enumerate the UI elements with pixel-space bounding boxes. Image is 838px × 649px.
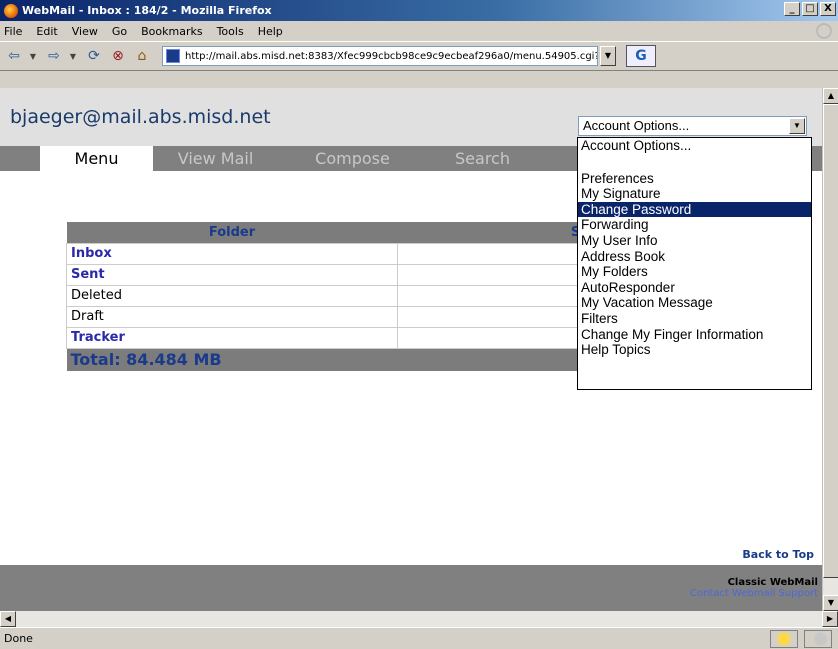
tab-compose[interactable]: Compose [290, 146, 415, 171]
menu-edit[interactable]: Edit [36, 25, 57, 38]
navigation-toolbar: ⇦ ▼ ⇨ ▼ ⟳ ⊗ ⌂ http://mail.abs.misd.net:8… [0, 41, 838, 71]
scroll-right-icon[interactable]: ▶ [822, 611, 838, 627]
go-icon[interactable]: G [626, 45, 656, 67]
menu-tools[interactable]: Tools [217, 25, 244, 38]
user-email: bjaeger@mail.abs.misd.net [10, 106, 271, 128]
close-button[interactable]: X [820, 2, 836, 16]
scroll-up-icon[interactable]: ▲ [823, 88, 838, 104]
throbber-icon [816, 23, 832, 39]
folder-name-deleted: Deleted [66, 284, 398, 307]
tab-search[interactable]: Search [430, 146, 535, 171]
vertical-scrollbar[interactable]: ▲ ▼ [822, 88, 838, 611]
cloud-icon[interactable] [804, 630, 832, 648]
minimize-button[interactable]: _ [784, 2, 800, 16]
scrollbar-thumb[interactable] [823, 104, 838, 578]
url-text: http://mail.abs.misd.net:8383/Xfec999cbc… [185, 50, 598, 62]
folder-link-tracker[interactable]: Tracker [66, 326, 398, 349]
account-options-dropdown: Account Options... Preferences My Signat… [577, 137, 812, 390]
home-icon[interactable]: ⌂ [132, 46, 152, 66]
option-my-folders[interactable]: My Folders [578, 264, 811, 280]
menu-view[interactable]: View [72, 25, 98, 38]
menu-bookmarks[interactable]: Bookmarks [141, 25, 202, 38]
folder-header: Folder [66, 222, 398, 243]
page-footer: Classic WebMail Contact Webmail Support [0, 565, 822, 611]
option-my-user-info[interactable]: My User Info [578, 233, 811, 249]
option-change-finger-information[interactable]: Change My Finger Information [578, 327, 811, 343]
reload-icon[interactable]: ⟳ [84, 46, 104, 66]
option-help-topics[interactable]: Help Topics [578, 342, 811, 358]
option-my-signature[interactable]: My Signature [578, 186, 811, 202]
option-change-password[interactable]: Change Password [578, 201, 811, 218]
status-text: Done [4, 632, 33, 645]
menu-bar: File Edit View Go Bookmarks Tools Help [0, 21, 838, 41]
option-filters[interactable]: Filters [578, 311, 811, 327]
forward-icon[interactable]: ⇨ [44, 46, 64, 66]
option-account-options[interactable]: Account Options... [578, 138, 811, 154]
contact-support-link[interactable]: Contact Webmail Support [690, 588, 818, 599]
folder-name-draft: Draft [66, 305, 398, 328]
horizontal-scrollbar[interactable]: ◀ ▶ [0, 611, 838, 627]
status-bar: Done [0, 627, 838, 649]
menu-file[interactable]: File [4, 25, 22, 38]
stop-icon[interactable]: ⊗ [108, 46, 128, 66]
sun-icon[interactable] [770, 630, 798, 648]
window-title: WebMail - Inbox : 184/2 - Mozilla Firefo… [22, 4, 272, 17]
maximize-button[interactable]: □ [802, 2, 818, 16]
tab-view-mail[interactable]: View Mail [153, 146, 278, 171]
option-blank[interactable] [578, 154, 811, 171]
footer-title: Classic WebMail [727, 577, 818, 588]
menu-help[interactable]: Help [258, 25, 283, 38]
back-dropdown-icon[interactable]: ▼ [28, 46, 38, 66]
account-options-value: Account Options... [583, 118, 690, 133]
folder-link-inbox[interactable]: Inbox [66, 242, 398, 265]
site-icon [166, 49, 180, 63]
toolbar-gutter [0, 72, 838, 88]
scroll-left-icon[interactable]: ◀ [0, 611, 16, 627]
firefox-icon [4, 3, 18, 18]
back-icon[interactable]: ⇦ [4, 46, 24, 66]
window-titlebar: WebMail - Inbox : 184/2 - Mozilla Firefo… [0, 0, 838, 21]
option-forwarding[interactable]: Forwarding [578, 217, 811, 233]
account-options-select[interactable]: Account Options... ▼ [578, 116, 807, 136]
url-input[interactable]: http://mail.abs.misd.net:8383/Xfec999cbc… [162, 46, 598, 66]
window-controls: _ □ X [784, 2, 836, 16]
folder-link-sent[interactable]: Sent [66, 263, 398, 286]
forward-dropdown-icon[interactable]: ▼ [68, 46, 78, 66]
chevron-down-icon[interactable]: ▼ [789, 118, 805, 134]
back-to-top-link[interactable]: Back to Top [742, 548, 814, 561]
menu-go[interactable]: Go [112, 25, 127, 38]
option-my-vacation-message[interactable]: My Vacation Message [578, 295, 811, 311]
url-history-dropdown[interactable]: ▼ [600, 46, 616, 66]
tab-menu[interactable]: Menu [40, 146, 153, 171]
option-autoresponder[interactable]: AutoResponder [578, 280, 811, 296]
scroll-down-icon[interactable]: ▼ [823, 595, 838, 611]
option-address-book[interactable]: Address Book [578, 249, 811, 265]
option-preferences[interactable]: Preferences [578, 171, 811, 187]
